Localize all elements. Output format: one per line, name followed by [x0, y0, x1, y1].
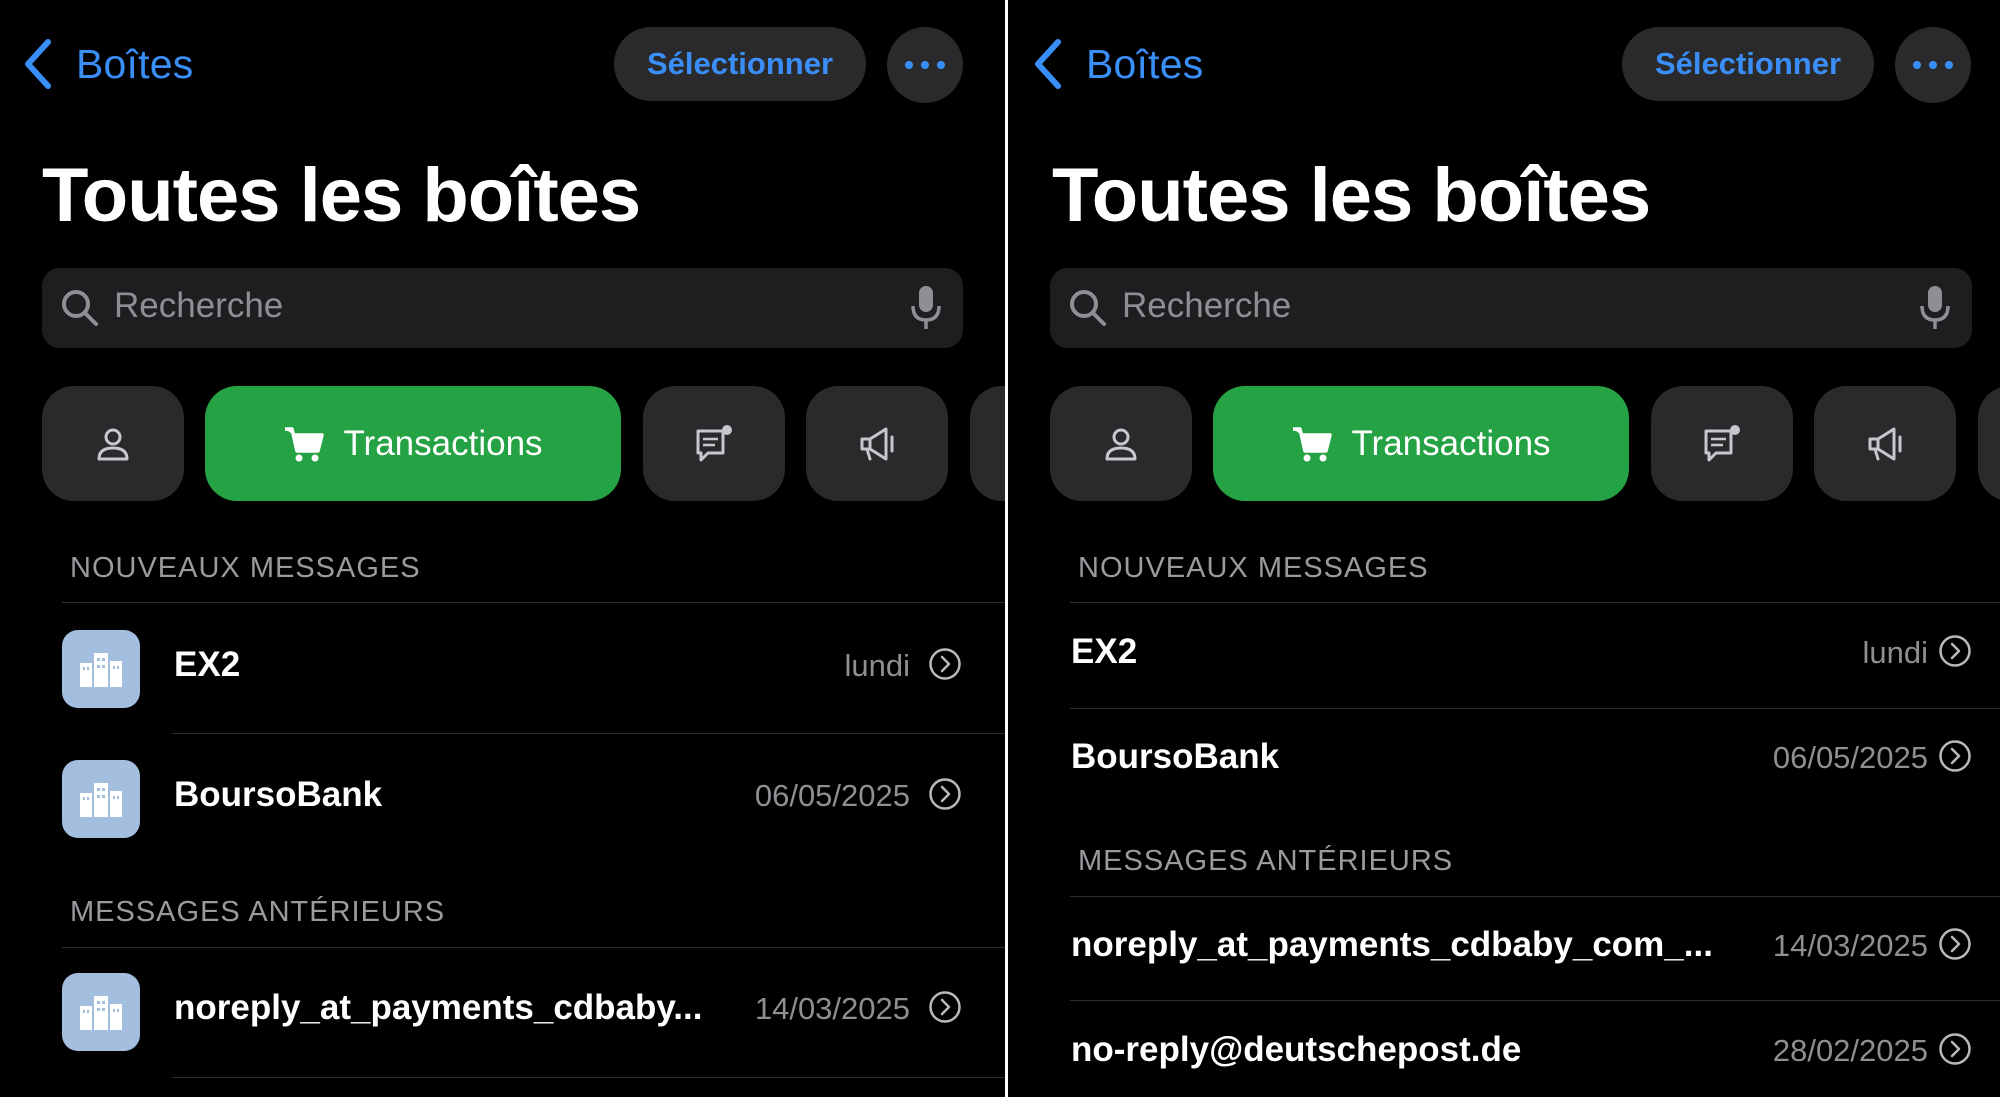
megaphone-icon [1868, 427, 1902, 460]
magnifier-icon [1070, 290, 1106, 326]
category-filter-bar: Transactions [0, 386, 1005, 501]
sender-name[interactable]: noreply_at_payments_cdbaby_com_... [1071, 925, 1713, 965]
message-date: 14/03/2025 [754, 991, 910, 1026]
chevron-left-icon [1035, 39, 1061, 89]
divider [1070, 896, 2000, 897]
navigation-bar: Boîtes Sélectionner [1008, 27, 2000, 103]
message-date: lundi [1862, 635, 1929, 670]
message-date: lundi [844, 648, 911, 683]
search-field[interactable]: Recherche [42, 268, 963, 348]
chevron-right-circle-icon[interactable] [1938, 739, 1972, 773]
select-button[interactable]: Sélectionner [614, 27, 866, 101]
cart-icon [285, 426, 325, 461]
chevron-left-icon [25, 39, 51, 89]
sender-name[interactable]: noreply_at_payments_cdbaby... [174, 988, 702, 1028]
sender-name[interactable]: BoursoBank [174, 775, 382, 815]
magnifier-icon [62, 290, 98, 326]
sender-name[interactable]: EX2 [1071, 632, 1137, 672]
filter-transactions[interactable]: Transactions [1213, 386, 1629, 501]
chevron-right-circle-icon[interactable] [1938, 1032, 1972, 1066]
navigation-bar: Boîtes Sélectionner [0, 27, 1005, 103]
divider [1070, 1000, 2000, 1001]
section-older-messages: MESSAGES ANTÉRIEURS [70, 896, 446, 928]
message-date: 06/05/2025 [1772, 740, 1928, 775]
divider [172, 1077, 1005, 1078]
back-button[interactable]: Boîtes [22, 33, 193, 95]
divider [62, 947, 1005, 948]
divider [62, 602, 1005, 603]
page-title: Toutes les boîtes [42, 153, 641, 238]
ellipsis-icon [905, 61, 913, 69]
chat-bubble-icon [1704, 424, 1740, 461]
building-icon [80, 653, 122, 687]
cart-icon [1293, 426, 1333, 461]
sender-avatar [62, 630, 140, 708]
more-button[interactable] [887, 27, 963, 103]
megaphone-icon [860, 427, 894, 460]
filter-updates[interactable] [1651, 386, 1793, 501]
search-placeholder: Recherche [1122, 286, 1292, 325]
chevron-right-circle-icon[interactable] [928, 777, 962, 811]
sender-avatar [62, 973, 140, 1051]
microphone-icon[interactable] [1918, 284, 1952, 332]
message-date: 28/02/2025 [1772, 1033, 1928, 1068]
mail-screen-left: Boîtes Sélectionner Toutes les boîtes Re… [0, 0, 1005, 1097]
person-icon [1105, 428, 1137, 460]
divider [1070, 602, 2000, 603]
filter-transactions[interactable]: Transactions [205, 386, 621, 501]
section-new-messages: NOUVEAUX MESSAGES [1078, 552, 1429, 584]
sender-name[interactable]: no-reply@deutschepost.de [1071, 1030, 1521, 1070]
chevron-right-circle-icon[interactable] [1938, 634, 1972, 668]
back-button[interactable]: Boîtes [1032, 33, 1203, 95]
more-button[interactable] [1895, 27, 1971, 103]
filter-more[interactable] [970, 386, 1005, 501]
building-icon [80, 996, 122, 1030]
chevron-right-circle-icon[interactable] [1938, 927, 1972, 961]
filter-more[interactable] [1978, 386, 2000, 501]
back-label: Boîtes [1086, 40, 1204, 87]
chevron-right-circle-icon[interactable] [928, 647, 962, 681]
back-label: Boîtes [76, 40, 194, 87]
person-icon [97, 428, 129, 460]
page-title: Toutes les boîtes [1052, 153, 1651, 238]
section-older-messages: MESSAGES ANTÉRIEURS [1078, 845, 1454, 877]
mail-screen-right: Boîtes Sélectionner Toutes les boîtes Re… [1008, 0, 2000, 1097]
divider [1070, 708, 2000, 709]
filter-promotions[interactable] [806, 386, 948, 501]
category-filter-bar: Transactions [1008, 386, 2000, 501]
filter-updates[interactable] [643, 386, 785, 501]
filter-primary[interactable] [1050, 386, 1192, 501]
divider [172, 733, 1005, 734]
chat-bubble-icon [696, 424, 732, 461]
search-placeholder: Recherche [114, 286, 284, 325]
filter-transactions-label: Transactions [1351, 423, 1551, 463]
section-new-messages: NOUVEAUX MESSAGES [70, 552, 421, 584]
ellipsis-icon [1913, 61, 1921, 69]
message-date: 14/03/2025 [1772, 928, 1928, 963]
sender-name[interactable]: EX2 [174, 645, 240, 685]
sender-avatar [62, 760, 140, 838]
filter-primary[interactable] [42, 386, 184, 501]
message-date: 06/05/2025 [754, 778, 910, 813]
search-field[interactable]: Recherche [1050, 268, 1972, 348]
filter-transactions-label: Transactions [343, 423, 543, 463]
select-button[interactable]: Sélectionner [1622, 27, 1874, 101]
sender-name[interactable]: BoursoBank [1071, 737, 1279, 777]
chevron-right-circle-icon[interactable] [928, 990, 962, 1024]
filter-promotions[interactable] [1814, 386, 1956, 501]
building-icon [80, 783, 122, 817]
microphone-icon[interactable] [909, 284, 943, 332]
